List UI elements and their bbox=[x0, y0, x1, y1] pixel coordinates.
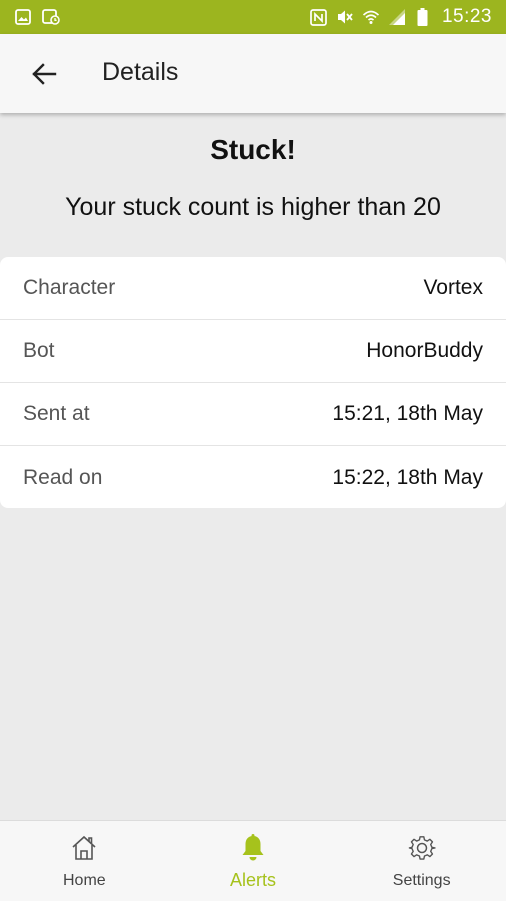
status-bar-right: 15:23 bbox=[310, 6, 492, 28]
back-button[interactable] bbox=[26, 56, 62, 92]
wifi-icon bbox=[362, 8, 380, 26]
detail-row-character: Character Vortex bbox=[0, 257, 506, 320]
bottom-nav: Home Alerts Settings bbox=[0, 820, 506, 901]
alert-message: Your stuck count is higher than 20 bbox=[65, 193, 441, 221]
detail-value: 15:22, 18th May bbox=[332, 465, 483, 489]
detail-label: Sent at bbox=[23, 402, 90, 425]
detail-value: 15:21, 18th May bbox=[332, 402, 483, 425]
page-title: Details bbox=[102, 58, 179, 86]
mute-icon bbox=[336, 8, 354, 26]
detail-label: Read on bbox=[23, 465, 103, 489]
detail-row-bot: Bot HonorBuddy bbox=[0, 320, 506, 383]
image-icon bbox=[14, 8, 32, 26]
details-card: Character Vortex Bot HonorBuddy Sent at … bbox=[0, 257, 506, 508]
nfc-icon bbox=[310, 8, 328, 26]
status-bar: 15:23 bbox=[0, 0, 506, 34]
home-icon bbox=[69, 833, 99, 863]
app-bar: Details bbox=[0, 34, 506, 113]
battery-icon bbox=[414, 8, 432, 26]
detail-value: Vortex bbox=[423, 276, 483, 299]
nav-home[interactable]: Home bbox=[0, 821, 169, 901]
bell-icon bbox=[238, 833, 268, 863]
detail-row-read-on: Read on 15:22, 18th May bbox=[0, 446, 506, 508]
arrow-back-icon bbox=[32, 63, 57, 85]
status-time: 15:23 bbox=[441, 6, 492, 27]
status-bar-left bbox=[14, 8, 60, 26]
detail-label: Bot bbox=[23, 339, 55, 362]
detail-value: HonorBuddy bbox=[366, 339, 483, 362]
nav-alerts[interactable]: Alerts bbox=[169, 821, 338, 901]
alert-title: Stuck! bbox=[210, 134, 296, 165]
gallery-settings-icon bbox=[42, 8, 60, 26]
detail-row-sent-at: Sent at 15:21, 18th May bbox=[0, 383, 506, 446]
nav-home-label: Home bbox=[62, 872, 106, 889]
nav-settings-label: Settings bbox=[392, 872, 451, 889]
nav-settings[interactable]: Settings bbox=[337, 821, 506, 901]
signal-icon bbox=[388, 8, 406, 26]
detail-label: Character bbox=[23, 276, 116, 299]
nav-alerts-label: Alerts bbox=[230, 870, 277, 890]
gear-icon bbox=[407, 833, 437, 863]
